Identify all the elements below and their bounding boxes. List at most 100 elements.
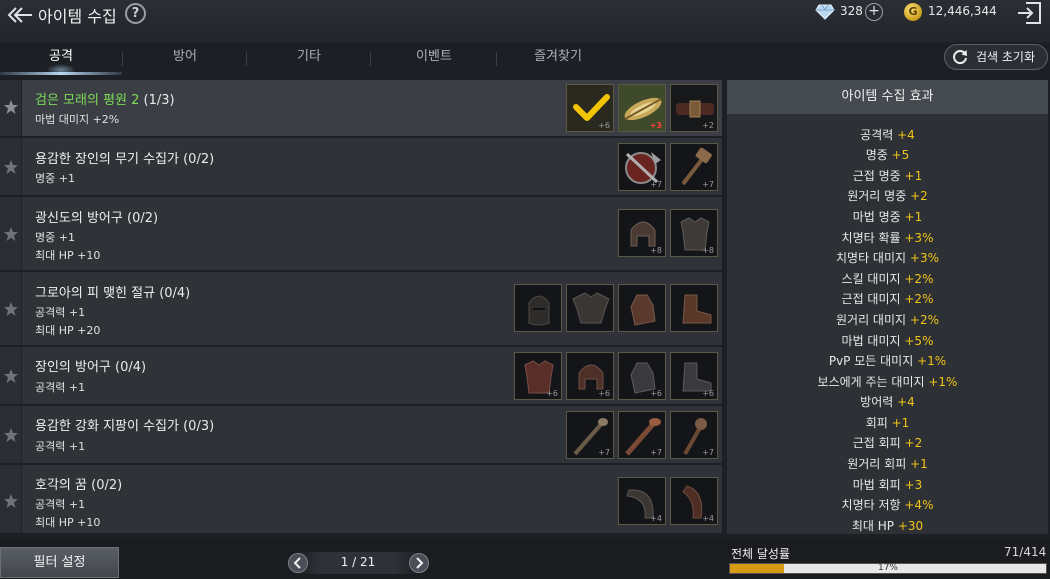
effect-line: 치명타 대미지 +3%	[836, 251, 939, 265]
item-slot[interactable]: +8	[670, 209, 718, 257]
item-level: +6	[546, 389, 558, 398]
collection-stat: 공격력 +1	[35, 381, 86, 394]
gold-count: 12,446,344	[928, 4, 997, 18]
collection-list: 검은 모래의 평원 2 (1/3) 마법 대미지 +2% +6 +3 +2 용감…	[0, 80, 722, 535]
collection-row[interactable]: 호각의 꿈 (0/2) 공격력 +1 최대 HP +10 +4 +4	[0, 465, 722, 535]
achievement-progress-bar: 17%	[729, 563, 1047, 574]
collection-row[interactable]: 그로아의 피 맺힌 절규 (0/4) 공격력 +1 최대 HP +20	[0, 272, 722, 347]
item-slot[interactable]: +6	[566, 84, 614, 132]
effect-line: 치명타 저항 +4%	[841, 498, 934, 512]
item-level: +2	[702, 121, 714, 130]
item-level: +7	[650, 180, 662, 189]
prev-page-button[interactable]	[288, 553, 308, 573]
item-slot[interactable]: +7	[566, 411, 614, 459]
tab-event[interactable]: 이벤트	[372, 42, 496, 74]
effect-line: PvP 모든 대미지 +1%	[828, 354, 947, 368]
collection-row[interactable]: 용감한 강화 지팡이 수집가 (0/3) 공격력 +1 +7 +7 +7	[0, 406, 722, 465]
item-level: +3	[649, 121, 662, 130]
item-level: +7	[598, 448, 610, 457]
item-slot[interactable]: +7	[670, 411, 718, 459]
collection-row[interactable]: 광신도의 방어구 (0/2) 명중 +1 최대 HP +10 +8 +8	[0, 197, 722, 272]
tab-divider	[370, 52, 371, 66]
item-slot[interactable]: +6	[670, 352, 718, 400]
collection-name: 용감한 강화 지팡이 수집가 (0/3)	[35, 419, 215, 434]
collection-row[interactable]: 장인의 방어구 (0/4) 공격력 +1 +6 +6 +6 +6	[0, 347, 722, 406]
effect-line: 원거리 회피 +1	[847, 457, 928, 471]
item-slot[interactable]: +6	[514, 352, 562, 400]
star-icon[interactable]	[3, 301, 19, 317]
tab-divider	[246, 52, 247, 66]
collection-progress: (1/3)	[143, 93, 175, 108]
reset-search-button[interactable]: 검색 초기화	[944, 44, 1048, 70]
effect-line: 마법 회피 +3	[852, 478, 923, 492]
add-gems-button[interactable]: +	[865, 3, 883, 21]
item-slot[interactable]: +2	[670, 84, 718, 132]
collection-name: 장인의 방어구 (0/4)	[35, 360, 147, 375]
tab-favorites[interactable]: 즐겨찾기	[498, 42, 618, 74]
refresh-icon	[953, 50, 967, 65]
collection-stat: 공격력 +1	[35, 498, 86, 511]
star-icon[interactable]	[3, 159, 19, 175]
item-slot[interactable]: +6	[618, 352, 666, 400]
tab-other[interactable]: 기타	[248, 42, 370, 74]
effect-line: 공격력 +4	[860, 128, 915, 142]
favorite-column	[0, 272, 22, 345]
favorite-column	[0, 80, 22, 136]
star-icon[interactable]	[3, 368, 19, 384]
favorite-column	[0, 465, 22, 533]
star-icon[interactable]	[3, 226, 19, 242]
collection-row[interactable]: 용감한 장인의 무기 수집가 (0/2) 명중 +1 +7 +7	[0, 138, 722, 197]
item-slot[interactable]: +4	[618, 477, 666, 525]
item-level: +4	[702, 514, 714, 523]
item-slot[interactable]	[566, 284, 614, 332]
item-slot[interactable]: +7	[618, 411, 666, 459]
collection-name: 검은 모래의 평원 2 (1/3)	[35, 93, 175, 108]
effects-panel[interactable]: 공격력 +4 명중 +5 근접 명중 +1 원거리 명중 +2 마법 명중 +1…	[727, 114, 1048, 534]
collection-progress: (0/2)	[127, 211, 159, 226]
collection-name: 광신도의 방어구 (0/2)	[35, 211, 159, 226]
tab-defense[interactable]: 방어	[124, 42, 246, 74]
armor-icon	[567, 285, 613, 331]
item-slot[interactable]: +7	[670, 143, 718, 191]
effect-line: 근접 대미지 +2%	[841, 292, 934, 306]
effect-line: 회피 +1	[865, 416, 910, 430]
collection-stat: 명중 +1	[35, 172, 75, 185]
next-page-button[interactable]	[409, 553, 429, 573]
item-slot[interactable]: +8	[618, 209, 666, 257]
item-level: +6	[650, 389, 662, 398]
filter-settings-button[interactable]: 필터 설정	[0, 547, 119, 578]
effect-line: 최대 HP +30	[851, 519, 924, 533]
collection-progress: (0/3)	[183, 419, 215, 434]
collection-stat: 최대 HP +20	[35, 324, 101, 337]
exit-icon[interactable]	[1016, 1, 1044, 25]
effect-line: 근접 명중 +1	[852, 169, 923, 183]
star-icon[interactable]	[3, 493, 19, 509]
item-slot[interactable]: +4	[670, 477, 718, 525]
item-slot[interactable]	[670, 284, 718, 332]
favorite-column	[0, 406, 22, 463]
star-icon[interactable]	[3, 427, 19, 443]
item-slot[interactable]	[618, 284, 666, 332]
item-slot[interactable]: +3	[618, 84, 666, 132]
effect-line: 근접 회피 +2	[852, 436, 923, 450]
collection-progress: (0/4)	[159, 286, 191, 301]
effects-panel-title: 아이템 수집 효과	[727, 80, 1048, 114]
gold-coin-icon: G	[904, 3, 922, 21]
reset-search-label: 검색 초기화	[976, 50, 1036, 64]
favorite-column	[0, 138, 22, 195]
achievement-label: 전체 달성률	[731, 547, 791, 561]
collection-row[interactable]: 검은 모래의 평원 2 (1/3) 마법 대미지 +2% +6 +3 +2	[0, 80, 722, 138]
effect-line: 마법 대미지 +5%	[841, 334, 934, 348]
gloves-icon	[619, 285, 665, 331]
item-level: +8	[650, 246, 662, 255]
item-level: +4	[650, 514, 662, 523]
item-slot[interactable]: +7	[618, 143, 666, 191]
top-bar: 아이템 수집 ? 328 + G 12,446,344	[0, 0, 1050, 42]
item-slot[interactable]: +6	[566, 352, 614, 400]
item-slot[interactable]	[514, 284, 562, 332]
star-icon[interactable]	[3, 99, 19, 115]
back-icon[interactable]	[4, 4, 34, 26]
tab-divider	[496, 52, 497, 66]
help-icon[interactable]: ?	[125, 3, 146, 24]
category-tabs: 공격 방어 기타 이벤트 즐겨찾기	[0, 42, 720, 76]
